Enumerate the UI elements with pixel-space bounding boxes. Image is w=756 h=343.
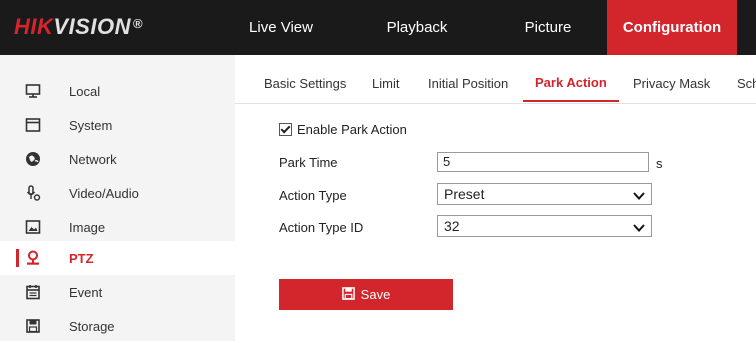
sidebar-item-ptz[interactable]: PTZ (0, 241, 235, 275)
action-type-value: Preset (444, 186, 485, 202)
nav-live-view[interactable]: Live View (238, 0, 324, 55)
sidebar-item-label: Event (69, 284, 103, 300)
park-time-unit: s (656, 156, 663, 171)
tab-bar: Basic Settings Limit Initial Position Pa… (235, 55, 756, 104)
sidebar-item-label: PTZ (69, 250, 94, 266)
sidebar-item-video-audio[interactable]: Video/Audio (0, 176, 235, 210)
logo-hik-text: HIK (14, 14, 54, 39)
sidebar-item-label: System (69, 117, 113, 133)
tab-privacy-mask[interactable]: Privacy Mask (633, 55, 710, 102)
nav-playback[interactable]: Playback (372, 0, 462, 55)
chevron-down-icon (632, 188, 646, 202)
sidebar-item-image[interactable]: Image (0, 210, 235, 244)
ptz-camera-icon (25, 250, 41, 266)
tab-park-action[interactable]: Park Action (523, 55, 619, 102)
save-button[interactable]: Save (279, 279, 453, 310)
monitor-icon (25, 83, 41, 99)
logo-vision-text: VISION (53, 14, 131, 39)
action-type-id-label: Action Type ID (279, 220, 364, 235)
sidebar-item-label: Network (69, 151, 117, 167)
enable-park-action-row: Enable Park Action (279, 122, 407, 137)
globe-icon (25, 151, 41, 167)
tab-initial-position[interactable]: Initial Position (428, 55, 508, 102)
action-type-select[interactable]: Preset (437, 183, 652, 205)
tab-limit[interactable]: Limit (372, 55, 399, 102)
floppy-disk-icon (25, 318, 41, 334)
sidebar: Local System Network Video/Audio Image P… (0, 55, 235, 341)
logo-registered-mark: ® (132, 16, 144, 31)
sidebar-item-local[interactable]: Local (0, 74, 235, 108)
nav-picture[interactable]: Picture (502, 0, 594, 55)
nav-configuration[interactable]: Configuration (607, 0, 737, 55)
sidebar-item-system[interactable]: System (0, 108, 235, 142)
top-bar: HIKVISION ® Live View Playback Picture Co… (0, 0, 756, 55)
sidebar-item-label: Local (69, 83, 101, 99)
chevron-down-icon (632, 220, 646, 234)
hikvision-logo: HIKVISION ® (14, 14, 143, 40)
enable-park-action-label: Enable Park Action (297, 122, 407, 137)
save-button-label: Save (360, 287, 391, 302)
enable-park-action-checkbox[interactable] (279, 123, 292, 136)
sidebar-item-label: Image (69, 219, 106, 235)
window-icon (25, 117, 41, 133)
calendar-icon (25, 284, 41, 300)
action-type-id-select[interactable]: 32 (437, 215, 652, 237)
park-time-input[interactable]: 5 (437, 152, 649, 172)
sidebar-item-network[interactable]: Network (0, 142, 235, 176)
tab-schedule[interactable]: Sch (737, 55, 756, 102)
sidebar-item-storage[interactable]: Storage (0, 309, 235, 343)
sidebar-item-label: Video/Audio (69, 185, 139, 201)
microphone-icon (25, 185, 41, 201)
active-indicator (16, 249, 19, 267)
save-icon (341, 286, 355, 303)
image-icon (25, 219, 41, 235)
park-time-label: Park Time (279, 155, 338, 170)
tab-basic-settings[interactable]: Basic Settings (264, 55, 346, 102)
sidebar-item-label: Storage (69, 318, 115, 334)
sidebar-item-event[interactable]: Event (0, 275, 235, 309)
action-type-id-value: 32 (444, 218, 460, 234)
action-type-label: Action Type (279, 188, 347, 203)
